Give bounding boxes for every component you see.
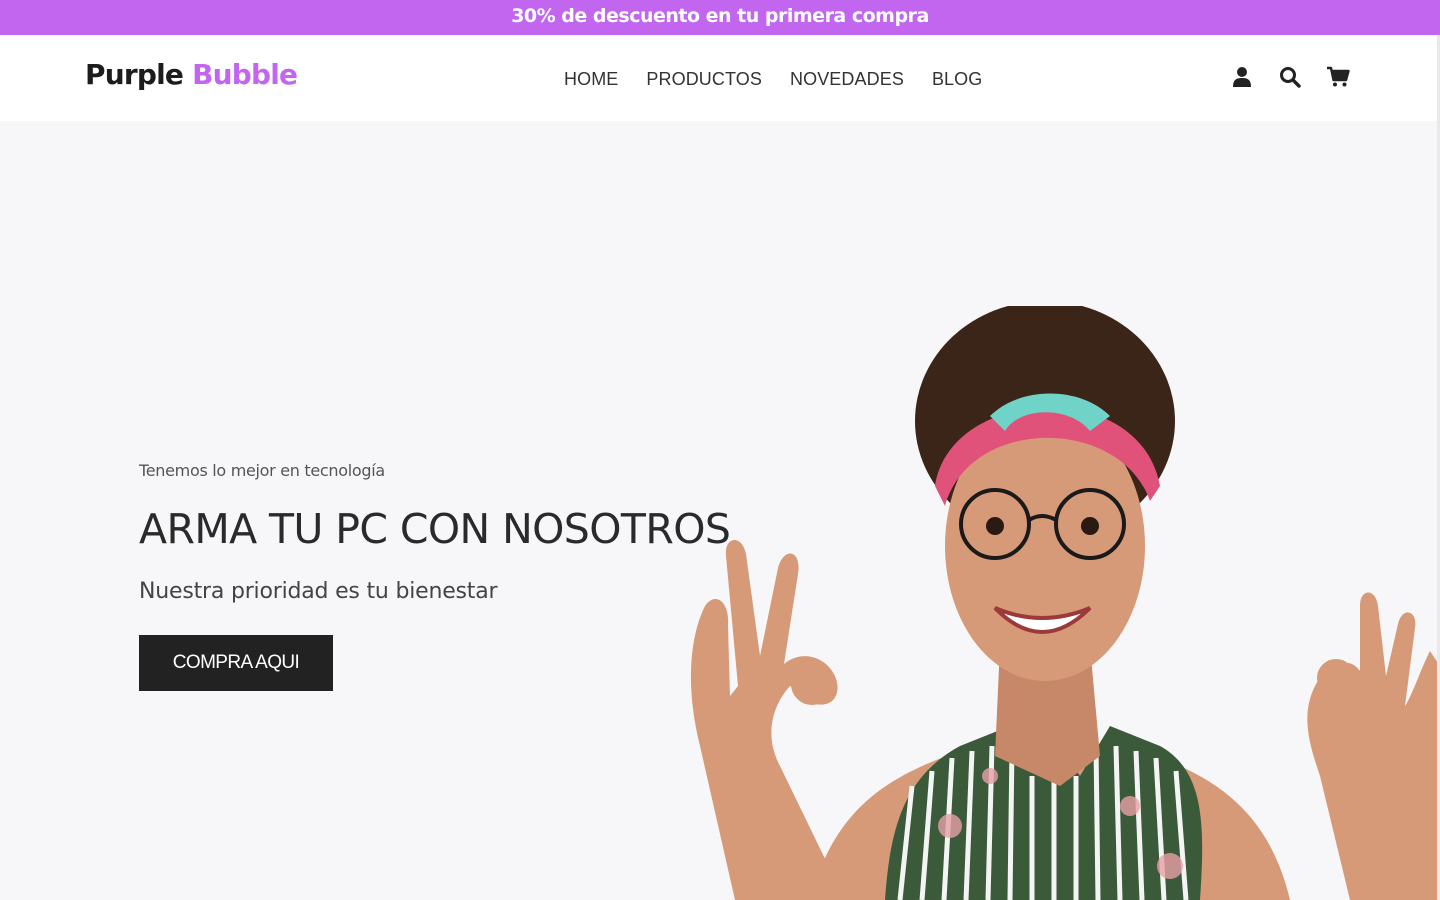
hero-woman-image	[690, 306, 1440, 900]
nav-blog[interactable]: BLOG	[932, 69, 982, 90]
right-hand-shape	[1307, 592, 1440, 900]
header-icons	[1230, 65, 1350, 89]
left-hand-shape	[690, 539, 845, 900]
cart-icon[interactable]	[1326, 65, 1350, 89]
hero-subline: Nuestra prioridad es tu bienestar	[139, 579, 498, 604]
nav-home[interactable]: HOME	[564, 69, 618, 90]
user-icon[interactable]	[1230, 65, 1254, 89]
nav-productos[interactable]: PRODUCTOS	[646, 69, 762, 90]
site-header: Purple Bubble HOME PRODUCTOS NOVEDADES B…	[0, 35, 1440, 121]
nav-novedades[interactable]: NOVEDADES	[790, 69, 904, 90]
hero-headline: ARMA TU PC CON NOSOTROS	[139, 505, 731, 553]
search-icon[interactable]	[1278, 65, 1302, 89]
logo[interactable]: Purple Bubble	[85, 58, 298, 91]
logo-part-1: Purple	[85, 58, 184, 91]
promo-text: 30% de descuento en tu primera compra	[511, 5, 929, 27]
main-nav: HOME PRODUCTOS NOVEDADES BLOG	[564, 69, 982, 90]
hero-section: Tenemos lo mejor en tecnología ARMA TU P…	[0, 121, 1440, 900]
cta-button[interactable]: COMPRA AQUI	[139, 635, 333, 691]
hero-tagline: Tenemos lo mejor en tecnología	[139, 461, 385, 480]
promo-banner: 30% de descuento en tu primera compra	[0, 0, 1440, 35]
logo-part-2: Bubble	[192, 58, 298, 91]
